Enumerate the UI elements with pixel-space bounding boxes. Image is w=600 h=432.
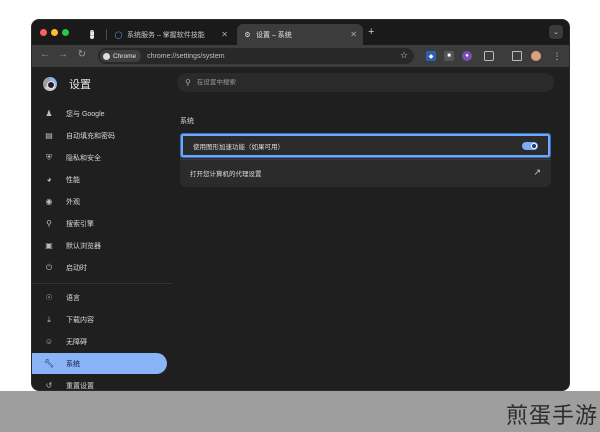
close-icon[interactable]: ✕: [350, 30, 357, 39]
tab-label: 设置 – 系统: [256, 31, 292, 39]
maximize-window-button[interactable]: [62, 29, 69, 36]
person-icon: ♟: [45, 109, 53, 118]
browser-toolbar: ← → ↻ Chrome chrome://settings/system ☆ …: [32, 45, 569, 67]
sidebar-item-on-startup[interactable]: ⏻ 启动时: [32, 257, 167, 278]
chip-label: Chrome: [113, 52, 137, 60]
row-label: 打开您计算机的代理设置: [190, 171, 262, 178]
arrow-left-icon: ←: [40, 49, 50, 60]
close-window-button[interactable]: [40, 29, 47, 36]
browser-icon: ▣: [45, 241, 53, 250]
power-icon: ⏻: [45, 262, 53, 272]
hardware-acceleration-toggle[interactable]: [522, 142, 538, 150]
window-controls: [40, 29, 69, 36]
extension-puzzle-icon[interactable]: ■: [444, 51, 454, 61]
settings-sidebar: 设置 ♟ 您与 Google ▤ 自动填充和密码 ⛨ 隐私和安全 ◕ 性能 ◉ …: [32, 67, 172, 390]
globe-icon: ☉: [45, 293, 53, 302]
chrome-logo-icon: [43, 77, 57, 91]
sidebar-item-label: 无障碍: [66, 338, 87, 346]
tab-search-button[interactable]: ⌄: [549, 25, 563, 39]
sidebar-item-label: 系统: [66, 360, 80, 368]
back-button[interactable]: ←: [38, 49, 52, 60]
sidebar-item-label: 重置设置: [66, 382, 94, 390]
reload-icon: ↻: [77, 49, 87, 60]
sidebar-item-label: 性能: [66, 176, 80, 184]
sidebar-item-label: 您与 Google: [66, 110, 105, 118]
more-menu-icon[interactable]: ⋮: [552, 51, 562, 61]
app-icon: □: [90, 30, 95, 39]
download-icon: ⤓: [47, 314, 51, 324]
sidebar-item-label: 启动时: [66, 264, 87, 272]
sidebar-item-label: 外观: [66, 198, 80, 206]
gear-icon: ⚙: [244, 31, 251, 39]
palette-icon: ◉: [45, 197, 53, 206]
speedometer-icon: ◕: [46, 175, 52, 184]
settings-content: ⚲ 系统 使用图形加速功能（如果可用） 打开您计算机的代理设置 ↗: [172, 67, 569, 390]
section-title: 系统: [180, 118, 194, 125]
sidebar-item-system[interactable]: 🔧︎ 系统: [32, 353, 167, 374]
shield-icon: ⛨: [46, 152, 52, 162]
sidebar-divider: [32, 283, 172, 284]
sidebar-item-languages[interactable]: ☉ 语言: [32, 287, 167, 308]
tab-app[interactable]: □: [84, 24, 104, 45]
sidebar-item-downloads[interactable]: ⤓ 下载内容: [32, 309, 167, 330]
clipboard-icon: ▤: [45, 131, 53, 140]
site-icon: ◯: [114, 31, 123, 39]
tab-article[interactable]: ◯ 系统服务 – 掌握软件技能 ✕: [108, 24, 234, 45]
sidebar-item-appearance[interactable]: ◉ 外观: [32, 191, 167, 212]
search-input[interactable]: [196, 79, 497, 86]
close-icon[interactable]: ✕: [221, 30, 228, 39]
search-icon: ⚲: [185, 78, 191, 87]
sidebar-item-autofill[interactable]: ▤ 自动填充和密码: [32, 125, 167, 146]
forward-button[interactable]: →: [56, 49, 70, 60]
external-link-icon[interactable]: ↗: [533, 167, 541, 178]
side-panel-icon[interactable]: [512, 51, 522, 61]
row-label: 使用图形加速功能（如果可用）: [193, 143, 284, 151]
hardware-acceleration-row[interactable]: 使用图形加速功能（如果可用）: [181, 134, 550, 157]
sidebar-item-label: 自动填充和密码: [66, 132, 115, 140]
arrow-right-icon: →: [58, 49, 68, 60]
sidebar-item-you-and-google[interactable]: ♟ 您与 Google: [32, 103, 167, 124]
minimize-window-button[interactable]: [51, 29, 58, 36]
sidebar-item-search-engine[interactable]: ⚲ 搜索引擎: [32, 213, 167, 234]
site-chip[interactable]: Chrome: [100, 50, 142, 62]
new-tab-button[interactable]: +: [368, 26, 374, 38]
sidebar-item-label: 搜索引擎: [66, 220, 94, 228]
sidebar-item-default-browser[interactable]: ▣ 默认浏览器: [32, 235, 167, 256]
sidebar-item-label: 语言: [66, 294, 80, 302]
settings-header: 设置: [43, 76, 91, 92]
reset-icon: ↺: [45, 381, 53, 390]
extensions-icon[interactable]: [484, 51, 494, 61]
sidebar-item-label: 下载内容: [66, 316, 94, 324]
accessibility-icon: ☺: [44, 337, 54, 346]
wrench-icon: 🔧︎: [44, 359, 55, 368]
search-icon: ⚲: [46, 219, 52, 228]
reload-button[interactable]: ↻: [75, 49, 89, 60]
chrome-icon: [103, 52, 110, 60]
address-bar[interactable]: Chrome chrome://settings/system ☆: [98, 48, 414, 64]
sidebar-item-privacy[interactable]: ⛨ 隐私和安全: [32, 147, 167, 168]
sidebar-item-performance[interactable]: ◕ 性能: [32, 169, 167, 190]
extension-shield-icon[interactable]: ◆: [426, 51, 436, 61]
bookmark-star-icon[interactable]: ☆: [400, 50, 408, 61]
settings-search[interactable]: ⚲: [177, 73, 554, 92]
watermark: 煎蛋手游: [505, 404, 598, 429]
sidebar-item-label: 默认浏览器: [66, 242, 101, 250]
proxy-settings-row[interactable]: 打开您计算机的代理设置 ↗: [180, 160, 551, 186]
url-text: chrome://settings/system: [147, 52, 225, 60]
sidebar-item-accessibility[interactable]: ☺ 无障碍: [32, 331, 167, 352]
sidebar-item-label: 隐私和安全: [66, 154, 101, 162]
system-settings-card: 使用图形加速功能（如果可用） 打开您计算机的代理设置 ↗: [180, 133, 551, 187]
page-title: 设置: [69, 79, 91, 91]
browser-window: □ ◯ 系统服务 – 掌握软件技能 ✕ ⚙ 设置 – 系统 ✕ + ⌄ ← → …: [31, 19, 570, 391]
avatar[interactable]: [531, 51, 541, 61]
extension-circle-icon[interactable]: ●: [462, 51, 472, 61]
sidebar-item-reset[interactable]: ↺ 重置设置: [32, 375, 167, 390]
chevron-down-icon: ⌄: [553, 29, 559, 36]
tab-settings[interactable]: ⚙ 设置 – 系统 ✕: [237, 24, 363, 45]
tab-bar: □ ◯ 系统服务 – 掌握软件技能 ✕ ⚙ 设置 – 系统 ✕ + ⌄: [32, 20, 569, 45]
tab-label: 系统服务 – 掌握软件技能: [127, 31, 205, 39]
